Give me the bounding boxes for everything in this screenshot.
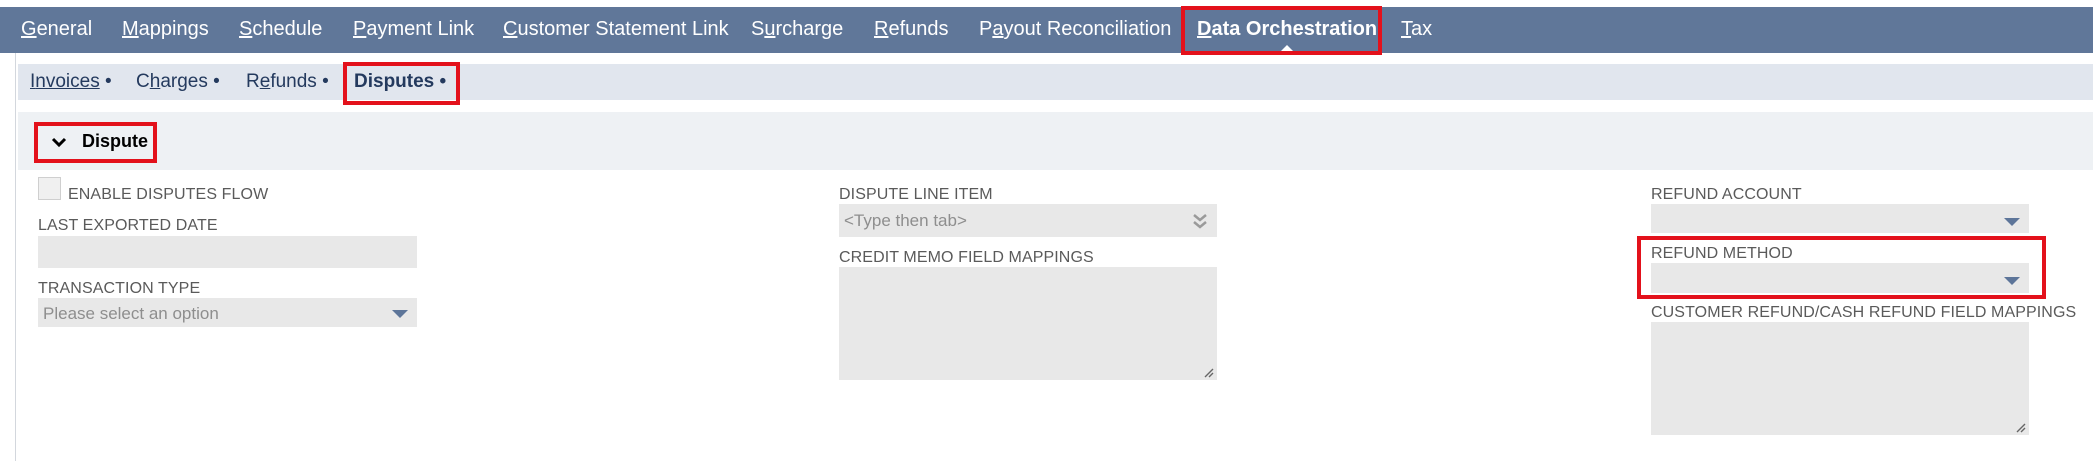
tab-customer-statement-link[interactable]: Customer Statement Link [503,7,729,53]
customer-refund-mappings-textarea[interactable] [1651,322,2029,435]
transaction-type-select[interactable]: Please select an option [38,298,417,327]
dispute-section-header-bar: Dispute [18,112,2093,170]
subtab-refunds[interactable]: Refunds • [246,64,329,100]
enable-disputes-flow-checkbox[interactable] [38,177,61,200]
credit-memo-field-mappings-label: CREDIT MEMO FIELD MAPPINGS [839,249,1094,266]
tab-refunds[interactable]: Refunds [874,7,949,53]
tab-payout-reconciliation[interactable]: Payout Reconciliation [979,7,1171,53]
tab-surcharge[interactable]: Surcharge [751,7,843,53]
dispute-line-item-input[interactable]: <Type then tab> [839,204,1217,237]
highlight-data-orchestration-tab [1181,6,1382,55]
dispute-line-item-label: DISPUTE LINE ITEM [839,186,993,203]
highlight-refund-method [1637,236,2046,299]
tab-mappings[interactable]: Mappings [122,7,209,53]
tab-general[interactable]: General [21,7,92,53]
credit-memo-field-mappings-textarea[interactable] [839,267,1217,380]
enable-disputes-flow-label: ENABLE DISPUTES FLOW [68,186,269,203]
transaction-type-label: TRANSACTION TYPE [38,280,201,297]
double-chevron-down-icon[interactable] [1192,212,1208,235]
dropdown-arrow-icon [392,310,408,318]
resize-handle-icon[interactable] [1202,365,1214,378]
sub-tab-bar: Invoices • Charges • Refunds • Disputes … [18,64,2093,100]
highlight-disputes-subtab [343,62,460,105]
subtab-charges[interactable]: Charges • [136,64,220,100]
highlight-dispute-section [34,122,157,163]
customer-refund-mappings-label: CUSTOMER REFUND/CASH REFUND FIELD MAPPIN… [1651,304,2077,321]
refund-account-label: REFUND ACCOUNT [1651,186,1802,203]
subtab-invoices[interactable]: Invoices • [30,64,112,100]
last-exported-date-field[interactable] [38,236,417,268]
last-exported-date-label: LAST EXPORTED DATE [38,217,218,234]
main-tab-bar: General Mappings Schedule Payment Link C… [0,7,2093,53]
left-border-line [15,53,16,461]
dropdown-arrow-icon [2004,218,2020,226]
resize-handle-icon[interactable] [2014,420,2026,433]
tab-payment-link[interactable]: Payment Link [353,7,474,53]
refund-account-select[interactable] [1651,204,2029,233]
tab-schedule[interactable]: Schedule [239,7,322,53]
tab-tax[interactable]: Tax [1401,7,1432,53]
